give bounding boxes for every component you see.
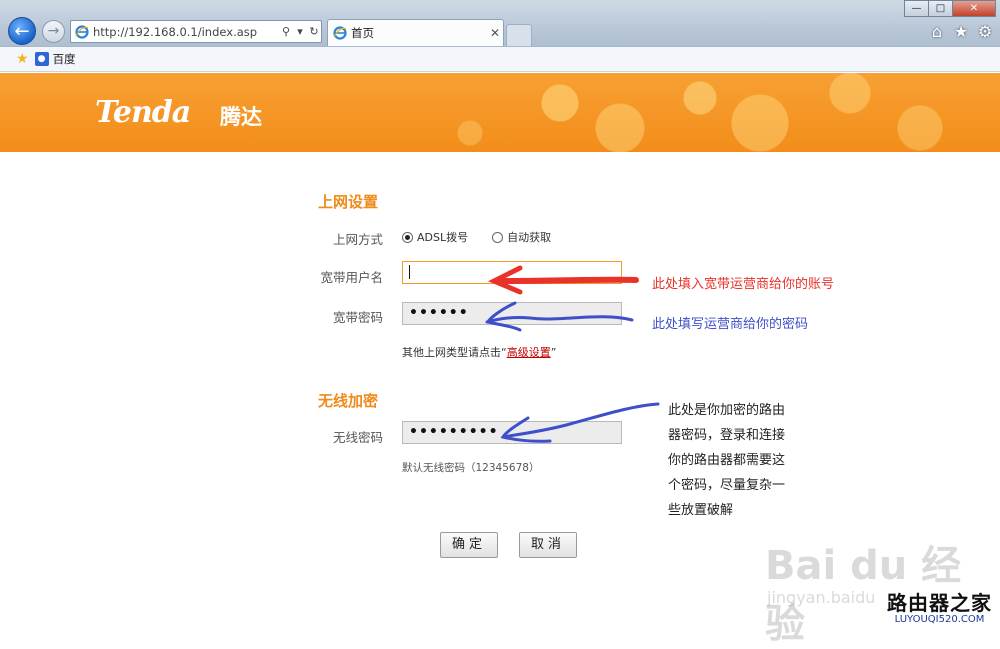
wireless-annotation-line: 些放置破解: [668, 503, 734, 518]
internet-settings-title: 上网设置: [318, 193, 379, 211]
cancel-button[interactable]: 取消: [519, 532, 577, 558]
browser-toolbar-icons: ⌂ ★ ⚙: [928, 22, 994, 41]
wireless-password-label: 无线密码: [332, 430, 383, 445]
default-wireless-password-hint: 默认无线密码（12345678）: [402, 462, 540, 474]
broadband-username-input[interactable]: [402, 261, 622, 284]
tenda-logo: Tenda: [95, 95, 191, 130]
site-url: LUYOUQI520.COM: [894, 614, 985, 625]
home-icon[interactable]: ⌂: [928, 22, 946, 41]
password-annotation: 此处填写运营商给你的密码: [652, 317, 809, 332]
wireless-annotation-line: 个密码，尽量复杂一: [668, 478, 786, 493]
wireless-security-title: 无线加密: [318, 392, 379, 410]
broadband-password-label: 宽带密码: [332, 310, 383, 325]
refresh-icon[interactable]: ↻: [307, 25, 321, 38]
back-arrow-icon[interactable]: ←: [8, 17, 36, 45]
advanced-hint-suffix: ”: [550, 346, 557, 359]
radio-dhcp[interactable]: [492, 231, 504, 243]
wireless-annotation-line: 器密码，登录和连接: [668, 428, 786, 443]
ie-logo-icon: [75, 24, 89, 39]
router-header-banner: Tenda 腾达: [0, 73, 1000, 152]
address-url[interactable]: http://192.168.0.1/index.asp: [93, 25, 279, 39]
advanced-settings-link[interactable]: 高级设置: [507, 346, 551, 359]
favorite-link-baidu[interactable]: 百度: [53, 51, 76, 67]
advanced-settings-hint: 其他上网类型请点击“高级设置”: [402, 344, 556, 360]
tab-title: 首页: [351, 26, 374, 40]
radio-dhcp-label[interactable]: 自动获取: [507, 229, 551, 245]
advanced-hint-prefix: 其他上网类型请点击“: [402, 346, 507, 359]
favorites-star-icon[interactable]: ★: [952, 22, 970, 41]
dropdown-icon[interactable]: ▾: [293, 25, 307, 38]
confirm-button[interactable]: 确定: [440, 532, 498, 558]
jingyan-url-watermark: jingyan.baidu: [767, 588, 876, 607]
tab-close-icon[interactable]: ✕: [487, 26, 503, 40]
tenda-logo-chinese: 腾达: [220, 105, 262, 129]
radio-adsl[interactable]: [402, 231, 413, 243]
favorites-add-star-icon[interactable]: ★: [16, 51, 29, 67]
address-bar[interactable]: http://192.168.0.1/index.asp ⚲ ▾ ↻: [70, 20, 322, 43]
forward-arrow-icon[interactable]: →: [42, 20, 65, 43]
wireless-annotation-line: 此处是你加密的路由: [668, 403, 786, 418]
broadband-password-input[interactable]: ••••••: [402, 302, 622, 325]
new-tab-button[interactable]: [506, 24, 532, 46]
window-controls: — □ ✕: [904, 0, 996, 17]
maximize-icon[interactable]: □: [928, 0, 953, 17]
browser-tab[interactable]: 首页 ✕: [327, 19, 504, 46]
settings-gear-icon[interactable]: ⚙: [976, 22, 994, 41]
connection-mode-radio-group: ADSL拨号 自动获取: [402, 229, 575, 245]
radio-adsl-label[interactable]: ADSL拨号: [417, 229, 468, 245]
wireless-annotation: 此处是你加密的路由 器密码，登录和连接 你的路由器都需要这 个密码，尽量复杂一 …: [668, 398, 785, 523]
baidu-paw-icon: ●: [34, 52, 49, 66]
search-icon[interactable]: ⚲: [279, 25, 293, 38]
minimize-icon[interactable]: —: [904, 0, 929, 17]
wireless-password-input[interactable]: •••••••••: [402, 421, 622, 444]
username-annotation: 此处填入宽带运营商给你的账号: [652, 277, 835, 292]
site-name: 路由器之家: [887, 591, 992, 615]
site-watermark: 路由器之家 LUYOUQI520.COM: [887, 587, 992, 625]
broadband-username-label: 宽带用户名: [320, 270, 383, 285]
browser-titlebar: ← → http://192.168.0.1/index.asp ⚲ ▾ ↻ 首…: [0, 0, 1000, 46]
connection-mode-label: 上网方式: [332, 232, 383, 247]
text-caret: [409, 265, 410, 279]
close-window-icon[interactable]: ✕: [952, 0, 996, 17]
wireless-annotation-line: 你的路由器都需要这: [668, 453, 786, 468]
favorites-bar: ★ ● 百度: [0, 46, 1000, 72]
ie-logo-icon: [333, 26, 347, 40]
